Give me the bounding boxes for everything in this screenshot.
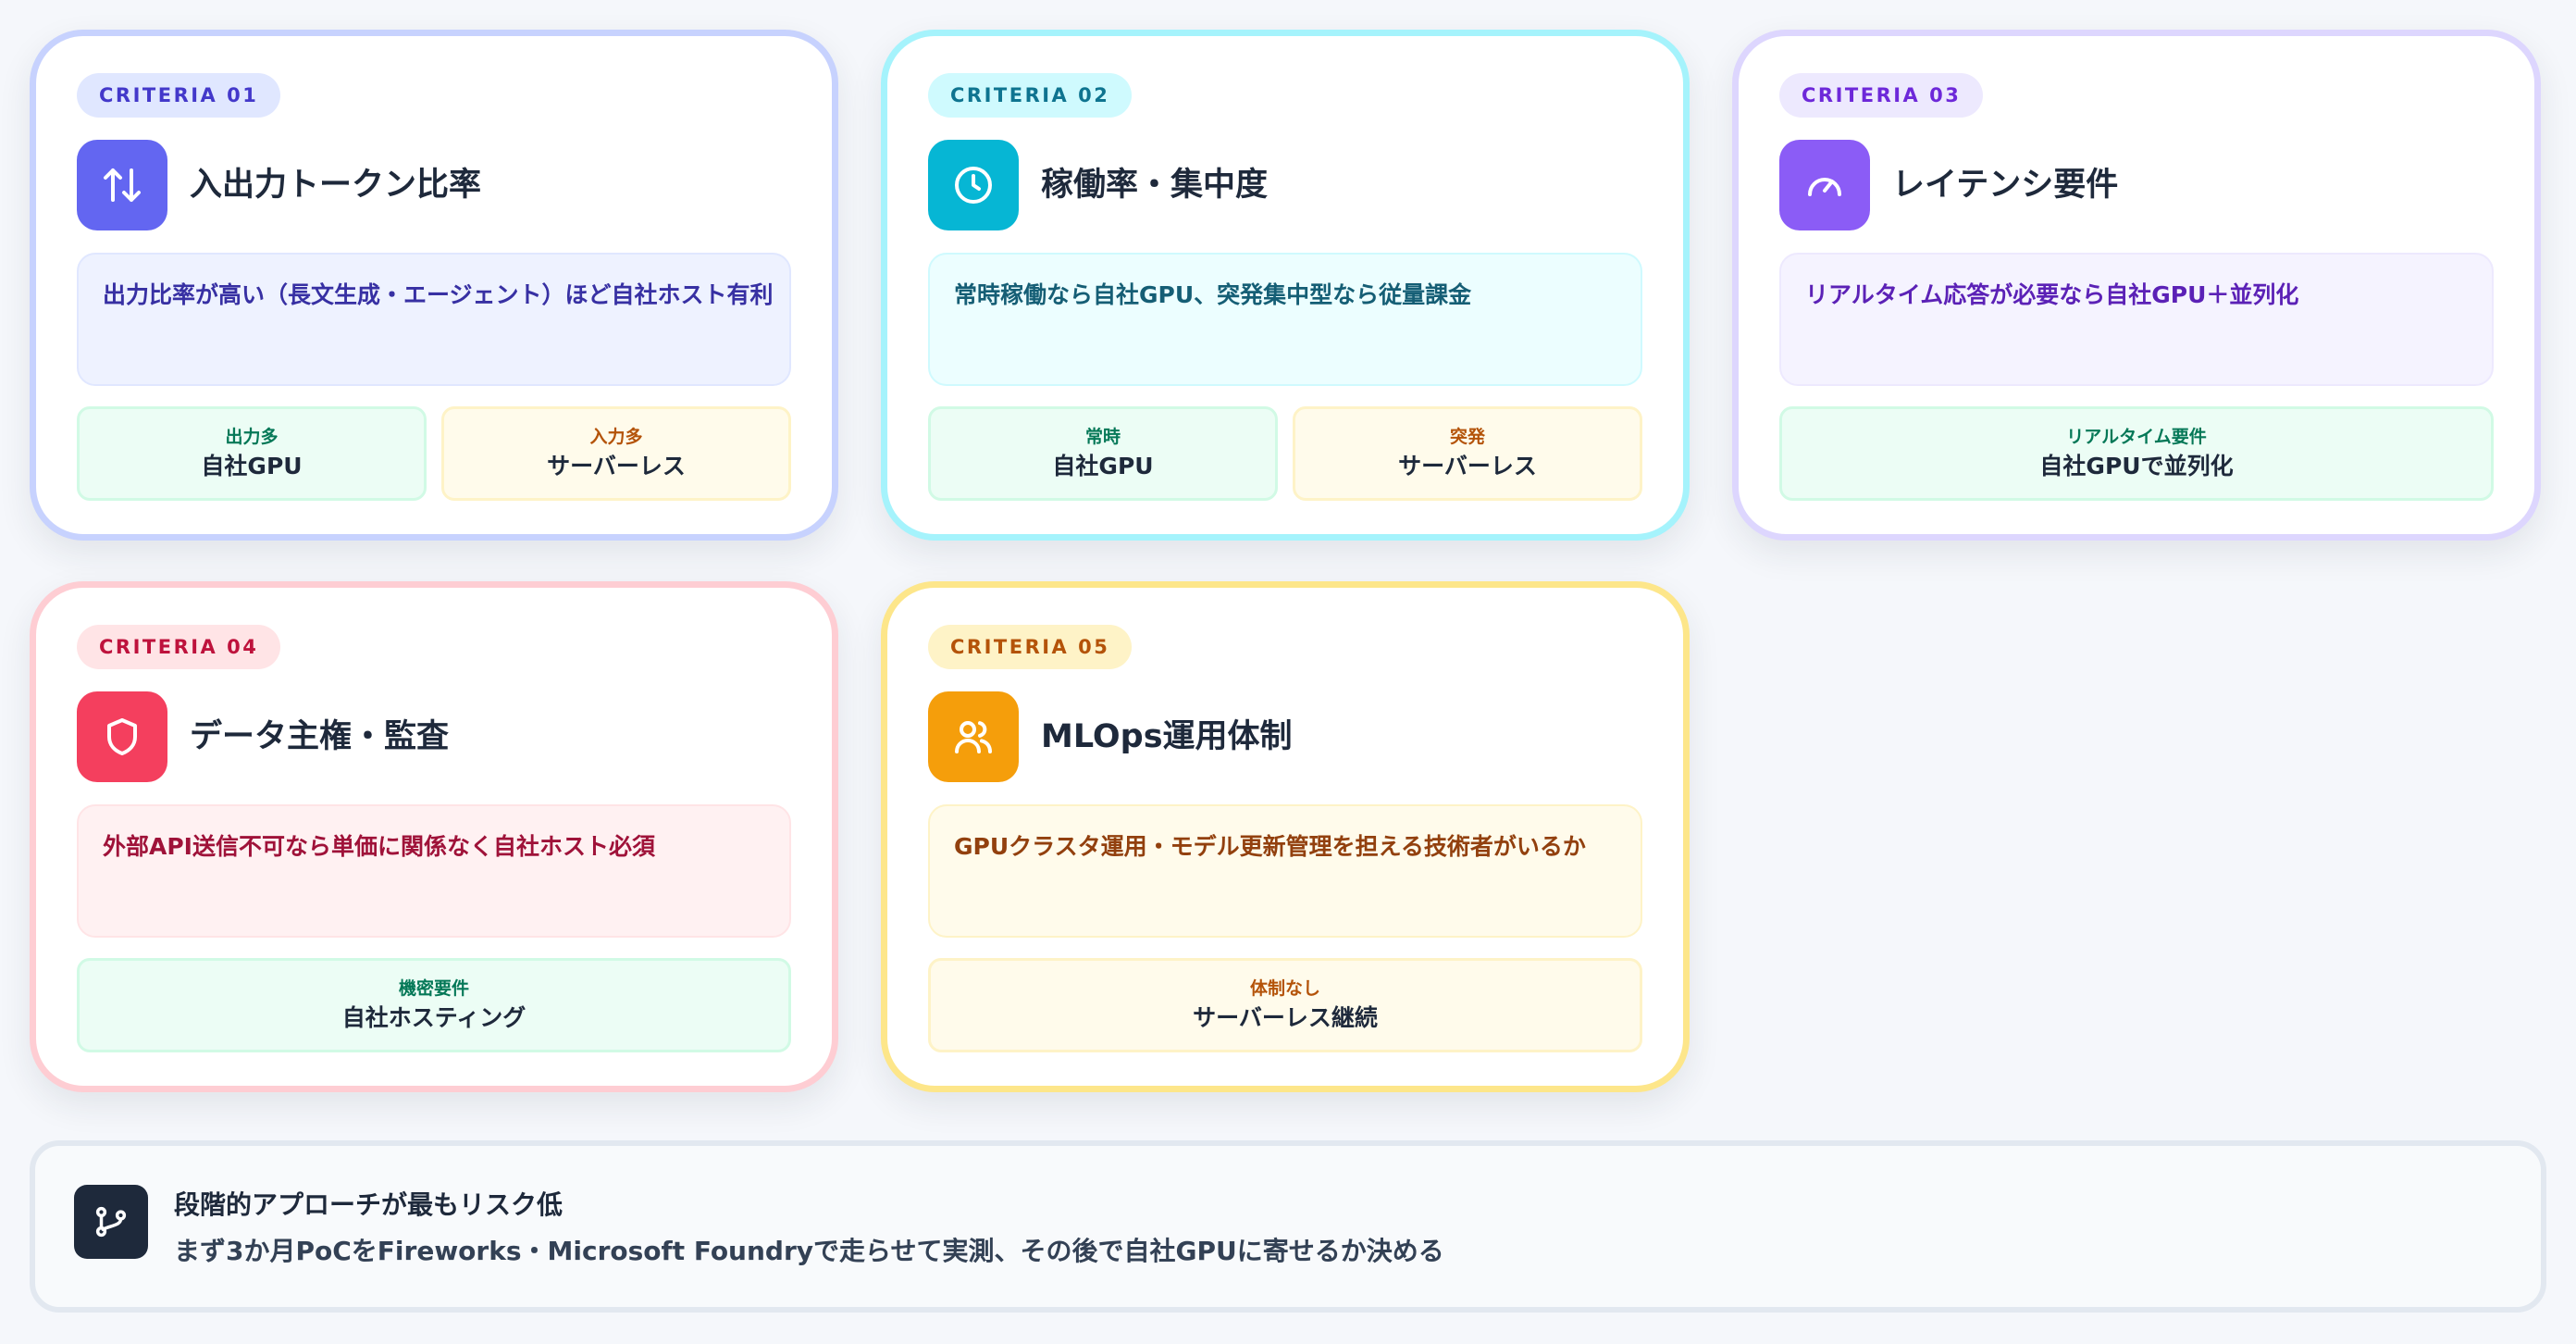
clock-icon	[928, 140, 1019, 230]
option-realtime: リアルタイム要件 自社GPUで並列化	[1779, 406, 2494, 501]
option-label: 機密要件	[398, 978, 469, 999]
options-row: 機密要件 自社ホスティング	[77, 958, 791, 1052]
option-value: 自社GPUで並列化	[2039, 453, 2234, 479]
criteria-badge: CRITERIA 04	[77, 625, 281, 669]
option-confidential: 機密要件 自社ホスティング	[77, 958, 791, 1052]
card-title: 入出力トークン比率	[190, 167, 482, 204]
shield-icon	[77, 691, 167, 782]
options-row: 体制なし サーバーレス継続	[928, 958, 1642, 1052]
card-title: レイテンシ要件	[1892, 167, 2119, 204]
option-label: 突発	[1449, 427, 1485, 447]
card-description: GPUクラスタ運用・モデル更新管理を担える技術者がいるか	[928, 804, 1642, 938]
option-label: 常時	[1084, 427, 1121, 447]
criteria-card-02: CRITERIA 02 稼働率・集中度 常時稼働なら自社GPU、突発集中型なら従…	[881, 30, 1690, 541]
card-description: リアルタイム応答が必要なら自社GPU＋並列化	[1779, 253, 2494, 386]
criteria-card-01: CRITERIA 01 入出力トークン比率 出力比率が高い（長文生成・エージェン…	[30, 30, 838, 541]
card-title: 稼働率・集中度	[1041, 167, 1269, 204]
card-title: MLOps運用体制	[1041, 718, 1293, 755]
option-input-heavy: 入力多 サーバーレス	[441, 406, 791, 501]
options-row: 出力多 自社GPU 入力多 サーバーレス	[77, 406, 791, 501]
option-label: 出力多	[225, 427, 279, 447]
gauge-icon	[1779, 140, 1870, 230]
option-label: 入力多	[589, 427, 643, 447]
option-no-team: 体制なし サーバーレス継続	[928, 958, 1642, 1052]
git-branch-icon	[74, 1185, 148, 1259]
card-description: 常時稼働なら自社GPU、突発集中型なら従量課金	[928, 253, 1642, 386]
option-label: 体制なし	[1249, 978, 1320, 999]
option-label: リアルタイム要件	[2066, 427, 2207, 447]
summary-text: まず3か月PoCをFireworks・Microsoft Foundryで走らせ…	[174, 1236, 1444, 1266]
option-always-on: 常時 自社GPU	[928, 406, 1278, 501]
criteria-badge: CRITERIA 03	[1779, 73, 1984, 118]
options-row: リアルタイム要件 自社GPUで並列化	[1779, 406, 2494, 501]
criteria-card-04: CRITERIA 04 データ主権・監査 外部API送信不可なら単価に関係なく自…	[30, 581, 838, 1092]
criteria-card-03: CRITERIA 03 レイテンシ要件 リアルタイム応答が必要なら自社GPU＋並…	[1732, 30, 2541, 541]
option-value: サーバーレス継続	[1193, 1004, 1378, 1031]
criteria-badge: CRITERIA 02	[928, 73, 1133, 118]
option-value: サーバーレス	[1398, 453, 1537, 479]
option-value: 自社GPU	[201, 453, 303, 479]
option-value: サーバーレス	[547, 453, 686, 479]
users-icon	[928, 691, 1019, 782]
arrows-up-down-icon	[77, 140, 167, 230]
summary-title: 段階的アプローチが最もリスク低	[174, 1189, 564, 1220]
card-title: データ主権・監査	[190, 718, 450, 755]
option-value: 自社ホスティング	[341, 1004, 526, 1031]
summary-banner: 段階的アプローチが最もリスク低 まず3か月PoCをFireworks・Micro…	[30, 1140, 2546, 1313]
card-description: 外部API送信不可なら単価に関係なく自社ホスト必須	[77, 804, 791, 938]
criteria-badge: CRITERIA 05	[928, 625, 1133, 669]
card-description: 出力比率が高い（長文生成・エージェント）ほど自社ホスト有利	[77, 253, 791, 386]
option-burst: 突発 サーバーレス	[1293, 406, 1642, 501]
options-row: 常時 自社GPU 突発 サーバーレス	[928, 406, 1642, 501]
criteria-badge: CRITERIA 01	[77, 73, 281, 118]
option-output-heavy: 出力多 自社GPU	[77, 406, 427, 501]
option-value: 自社GPU	[1052, 453, 1154, 479]
criteria-card-05: CRITERIA 05 MLOps運用体制 GPUクラスタ運用・モデル更新管理を…	[881, 581, 1690, 1092]
